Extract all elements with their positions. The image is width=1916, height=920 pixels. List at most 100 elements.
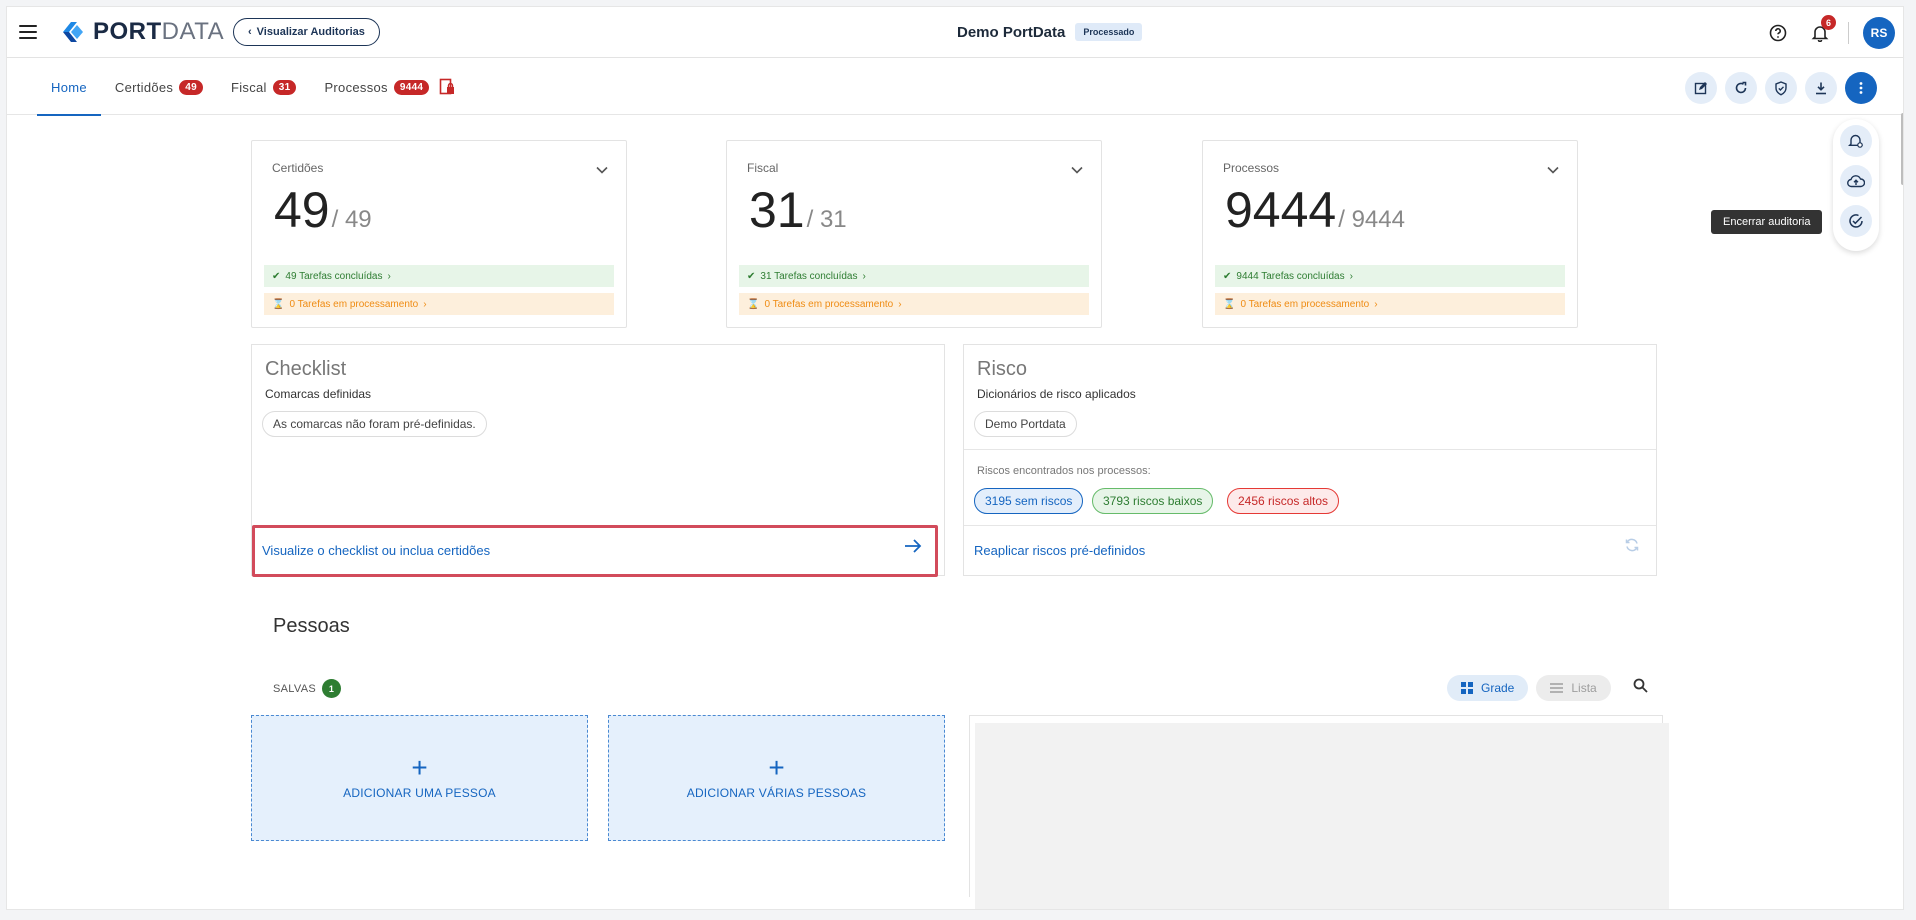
checklist-panel: Checklist Comarcas definidas As comarcas…	[251, 344, 945, 577]
checklist-subtitle: Comarcas definidas	[265, 387, 372, 401]
tasks-processing-label: 0 Tarefas em processamento	[289, 298, 419, 310]
chevron-right-icon: ›	[1374, 298, 1378, 310]
count-badge: 31	[272, 79, 297, 95]
checklist-title: Checklist	[265, 358, 347, 380]
low-risk-chip[interactable]: 3793 riscos baixos	[1092, 488, 1214, 514]
list-view-label: Lista	[1571, 681, 1597, 695]
close-audit-button[interactable]	[1840, 205, 1872, 237]
stat-total: / 31	[806, 206, 847, 233]
grid-view-button[interactable]: Grade	[1447, 675, 1529, 701]
more-vertical-icon	[1859, 82, 1863, 94]
project-title: Demo PortData Processado	[957, 23, 1143, 41]
add-multiple-people-card[interactable]: + ADICIONAR VÁRIAS PESSOAS	[608, 715, 945, 841]
help-button[interactable]	[1764, 19, 1792, 47]
more-options-button[interactable]	[1845, 72, 1877, 104]
tasks-processing-label: 0 Tarefas em processamento	[1240, 298, 1370, 310]
tab-home[interactable]: Home	[37, 59, 101, 116]
chevron-right-icon: ›	[387, 270, 391, 282]
stat-total: / 49	[331, 206, 372, 233]
tab-label: Certidões	[114, 79, 174, 95]
stat-value: 9444	[1225, 182, 1337, 238]
portdata-logo-icon	[63, 22, 83, 42]
lock-file-icon[interactable]	[435, 78, 455, 96]
menu-icon[interactable]	[19, 25, 37, 39]
comarcas-chip: As comarcas não foram pré-definidas.	[262, 411, 487, 437]
chevron-down-icon[interactable]	[1071, 161, 1083, 179]
chevron-left-icon: ‹	[248, 26, 252, 38]
bell-settings-icon	[1848, 134, 1863, 148]
project-name: Demo PortData	[957, 23, 1066, 41]
add-person-card[interactable]: + ADICIONAR UMA PESSOA	[251, 715, 588, 841]
tabs-bar: Home Certidões 49 Fiscal 31 Processos 9444	[7, 59, 1903, 116]
help-icon	[1769, 24, 1787, 42]
tab-label: Processos	[324, 79, 388, 95]
logo-text-light: DATA	[161, 18, 225, 45]
chevron-down-icon[interactable]	[1547, 161, 1559, 179]
people-section-title: Pessoas	[273, 615, 350, 637]
chevron-down-icon[interactable]	[596, 161, 608, 179]
high-risk-chip[interactable]: 2456 riscos altos	[1227, 488, 1340, 514]
tasks-done-row[interactable]: ✔ 31 Tarefas concluídas ›	[739, 265, 1089, 287]
header-actions: 6 RS	[1764, 15, 1895, 49]
avatar[interactable]: RS	[1863, 17, 1895, 49]
chevron-right-icon: ›	[423, 298, 427, 310]
stat-card-fiscal: Fiscal 31/ 31 ✔ 31 Tarefas concluídas › ⌛ 0…	[726, 140, 1102, 328]
double-check-icon: ✔	[1223, 270, 1232, 282]
risk-panel: Risco Dicionários de risco aplicados Dem…	[963, 344, 1657, 576]
refresh-button[interactable]	[1725, 72, 1757, 104]
notification-count: 6	[1821, 15, 1836, 30]
view-checklist-link[interactable]: Visualize o checklist ou inclua certidõe…	[262, 543, 490, 558]
divider	[964, 525, 1656, 526]
view-toggle: Grade Lista	[1447, 675, 1648, 701]
divider	[964, 449, 1656, 450]
list-icon	[1550, 683, 1564, 693]
cloud-upload-button[interactable]	[1840, 165, 1872, 197]
stat-label: Fiscal	[747, 161, 779, 175]
saved-label: SALVAS	[273, 682, 316, 695]
edit-button[interactable]	[1685, 72, 1717, 104]
add-person-label: ADICIONAR UMA PESSOA	[343, 786, 496, 800]
tasks-done-label: 9444 Tarefas concluídas	[1236, 270, 1345, 282]
plus-icon: +	[411, 752, 428, 783]
risk-title: Risco	[977, 358, 1028, 380]
logo-text-bold: PORT	[93, 18, 162, 45]
tasks-processing-label: 0 Tarefas em processamento	[764, 298, 894, 310]
shield-check-icon	[1775, 80, 1787, 96]
sync-icon[interactable]	[1624, 537, 1640, 558]
tab-fiscal[interactable]: Fiscal 31	[217, 59, 310, 115]
stat-total: / 9444	[1338, 206, 1405, 233]
tasks-processing-row[interactable]: ⌛ 0 Tarefas em processamento ›	[739, 293, 1089, 315]
tab-label: Fiscal	[230, 79, 267, 95]
reapply-risks-link[interactable]: Reaplicar riscos pré-definidos	[974, 543, 1145, 558]
arrow-right-icon[interactable]	[904, 538, 922, 559]
download-button[interactable]	[1805, 72, 1837, 104]
notifications-button[interactable]: 6	[1806, 15, 1836, 47]
tasks-done-row[interactable]: ✔ 9444 Tarefas concluídas ›	[1215, 265, 1565, 287]
no-risk-chip[interactable]: 3195 sem riscos	[974, 488, 1084, 514]
tab-label: Home	[51, 79, 87, 95]
shield-button[interactable]	[1765, 72, 1797, 104]
tasks-done-row[interactable]: ✔ 49 Tarefas concluídas ›	[264, 265, 614, 287]
tab-processos[interactable]: Processos 9444	[310, 59, 469, 115]
count-badge: 9444	[393, 79, 430, 95]
tab-certidoes[interactable]: Certidões 49	[101, 59, 217, 115]
search-icon[interactable]	[1633, 678, 1648, 698]
view-audits-label: Visualizar Auditorias	[256, 26, 365, 38]
tabs: Home Certidões 49 Fiscal 31 Processos 9444	[37, 59, 469, 116]
notification-settings-button[interactable]	[1840, 125, 1872, 157]
divider	[1848, 22, 1849, 44]
tasks-processing-row[interactable]: ⌛ 0 Tarefas em processamento ›	[1215, 293, 1565, 315]
double-check-icon: ✔	[272, 270, 281, 282]
tasks-done-label: 31 Tarefas concluídas	[760, 270, 858, 282]
hourglass-icon: ⌛	[1223, 298, 1236, 310]
logo[interactable]: PORTDATA	[55, 18, 225, 45]
person-detail-placeholder	[975, 723, 1669, 909]
double-check-icon: ✔	[747, 270, 756, 282]
stat-label: Certidões	[272, 161, 324, 175]
tasks-processing-row[interactable]: ⌛ 0 Tarefas em processamento ›	[264, 293, 614, 315]
list-view-button[interactable]: Lista	[1536, 675, 1611, 701]
scrollbar-thumb[interactable]	[1901, 113, 1903, 185]
saved-filter[interactable]: SALVAS 1	[273, 679, 341, 698]
view-audits-button[interactable]: ‹ Visualizar Auditorias	[233, 18, 380, 46]
hourglass-icon: ⌛	[272, 298, 285, 310]
